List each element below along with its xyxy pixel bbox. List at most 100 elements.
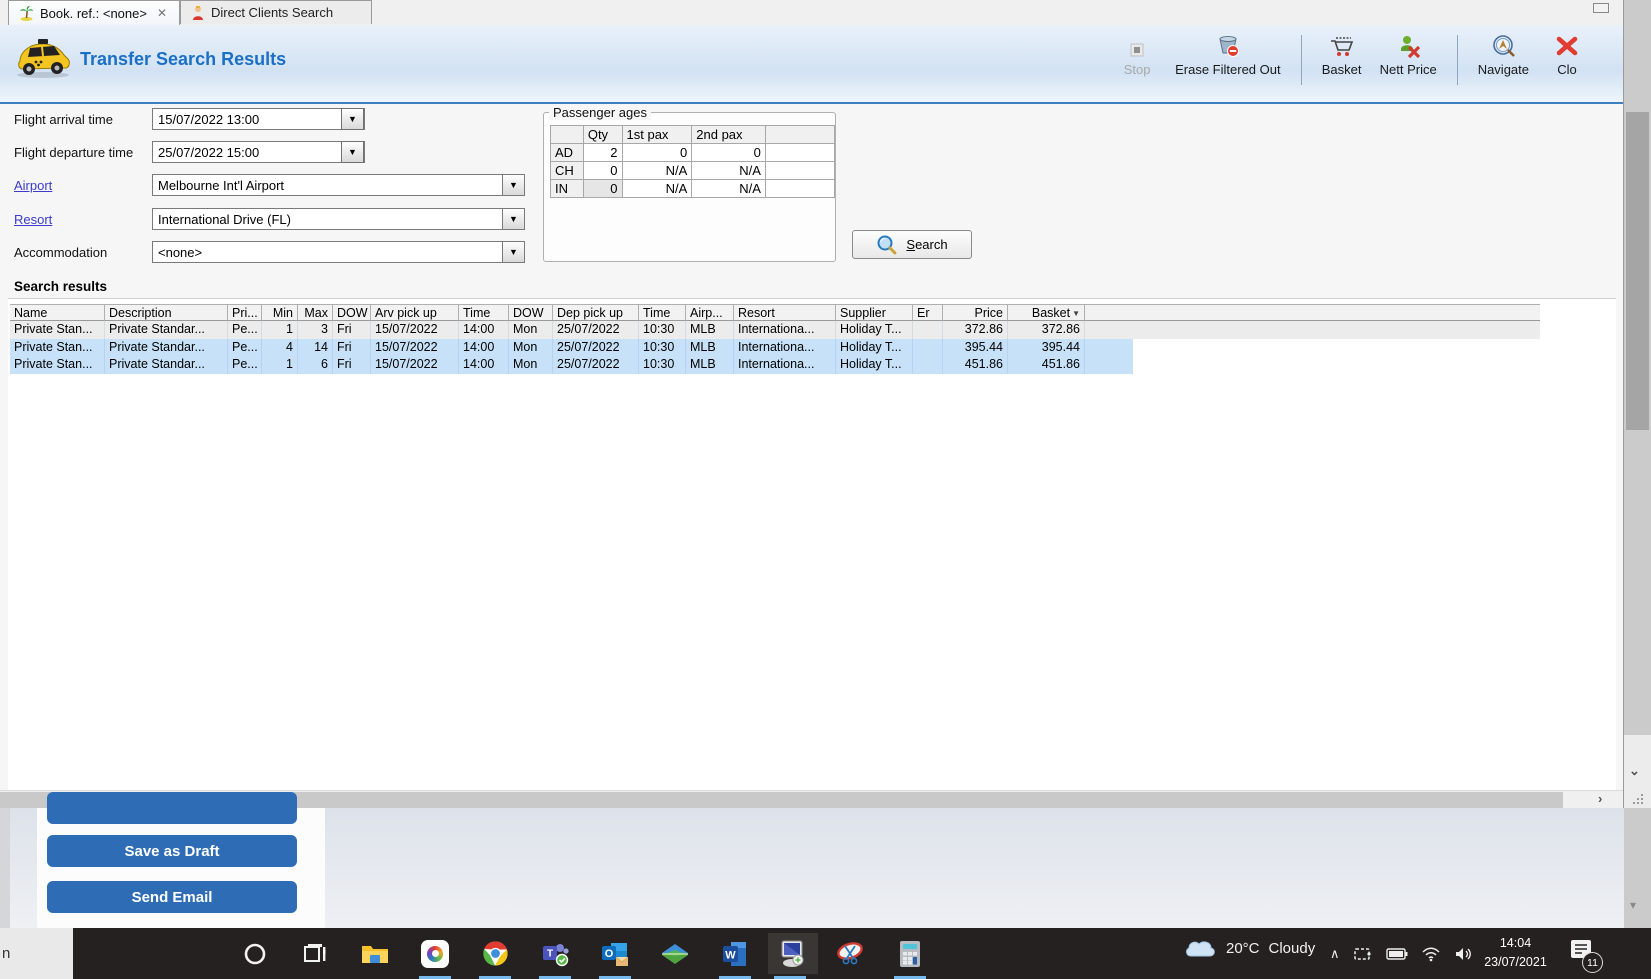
results-cell[interactable]: Pe...: [228, 338, 262, 356]
results-cell[interactable]: 372.86: [943, 321, 1008, 339]
results-row[interactable]: Private Stan... Private Standar... Pe... 1 6…: [10, 356, 1540, 374]
results-column-header[interactable]: Basket ▼: [1008, 304, 1085, 321]
chevron-down-icon[interactable]: ▼: [502, 175, 524, 195]
close-button[interactable]: Clo: [1547, 33, 1587, 77]
results-cell[interactable]: 15/07/2022: [371, 321, 459, 339]
pax-qty-cell[interactable]: 0: [582, 179, 623, 198]
results-column-header[interactable]: DOW: [333, 304, 371, 321]
resort-link[interactable]: Resort: [14, 212, 52, 227]
results-cell[interactable]: 3: [298, 321, 333, 339]
results-cell[interactable]: 25/07/2022: [553, 356, 639, 374]
results-cell[interactable]: Holiday T...: [836, 356, 913, 374]
pax-qty-cell[interactable]: 0: [582, 161, 623, 180]
results-cell[interactable]: 451.86: [1008, 356, 1085, 374]
results-cell[interactable]: 1: [262, 356, 298, 374]
results-cell[interactable]: Fri: [333, 356, 371, 374]
results-cell[interactable]: Private Stan...: [10, 321, 105, 339]
chevron-down-icon[interactable]: ▼: [502, 209, 524, 229]
chevron-down-icon[interactable]: ▼: [502, 242, 524, 262]
results-cell[interactable]: MLB: [686, 321, 734, 339]
results-cell[interactable]: Private Standar...: [105, 321, 228, 339]
tab-close-icon[interactable]: ✕: [157, 6, 167, 20]
scroll-down-arrow-icon[interactable]: ▾: [1630, 898, 1636, 912]
tab-direct-clients-search[interactable]: Direct Clients Search: [180, 0, 372, 24]
results-column-header[interactable]: DOW: [509, 304, 553, 321]
results-cell[interactable]: 372.86: [1008, 321, 1085, 339]
webpage-partial-button[interactable]: [47, 792, 297, 824]
results-cell[interactable]: Fri: [333, 338, 371, 356]
results-cell[interactable]: 6: [298, 356, 333, 374]
nett-price-button[interactable]: Nett Price: [1380, 33, 1437, 77]
results-cell[interactable]: 25/07/2022: [553, 338, 639, 356]
erase-filtered-out-button[interactable]: Erase Filtered Out: [1175, 33, 1281, 77]
results-cell[interactable]: Pe...: [228, 356, 262, 374]
results-cell[interactable]: Holiday T...: [836, 321, 913, 339]
task-view-icon[interactable]: [293, 933, 337, 974]
results-cell[interactable]: 1: [262, 321, 298, 339]
cortana-icon[interactable]: [233, 933, 277, 974]
results-cell[interactable]: Internationa...: [734, 321, 836, 339]
airport-link[interactable]: Airport: [14, 178, 52, 193]
flight-arrival-time-combo[interactable]: 15/07/2022 13:00 ▼: [152, 108, 365, 130]
results-cell[interactable]: Private Standar...: [105, 356, 228, 374]
pax-1st-cell[interactable]: N/A: [621, 179, 693, 198]
weather-widget[interactable]: 20°C Cloudy: [1183, 936, 1315, 960]
pax-2nd-cell[interactable]: N/A: [691, 161, 766, 180]
notification-center-icon[interactable]: 11: [1568, 938, 1603, 973]
taskbar-search-remnant[interactable]: n: [0, 928, 73, 979]
layers-diamond-icon[interactable]: [653, 933, 697, 974]
results-cell[interactable]: 14:00: [459, 356, 509, 374]
pax-1st-cell[interactable]: 0: [621, 143, 693, 162]
results-column-header[interactable]: Description: [105, 304, 228, 321]
pax-2nd-cell[interactable]: 0: [691, 143, 766, 162]
results-cell[interactable]: Mon: [509, 338, 553, 356]
chevron-down-icon[interactable]: ▼: [341, 108, 364, 130]
results-column-header[interactable]: Time: [459, 304, 509, 321]
results-cell[interactable]: Mon: [509, 321, 553, 339]
results-cell[interactable]: Internationa...: [734, 338, 836, 356]
outlook-icon[interactable]: O: [593, 933, 637, 979]
battery-icon[interactable]: [1385, 947, 1408, 961]
results-column-header[interactable]: Resort: [734, 304, 836, 321]
results-cell[interactable]: 25/07/2022: [553, 321, 639, 339]
app-tile-icon[interactable]: [413, 933, 457, 979]
results-cell[interactable]: Internationa...: [734, 356, 836, 374]
results-column-header[interactable]: Dep pick up: [553, 304, 639, 321]
results-cell[interactable]: 14:00: [459, 338, 509, 356]
flight-departure-time-combo[interactable]: 25/07/2022 15:00 ▼: [152, 141, 365, 163]
results-column-header[interactable]: Min: [262, 304, 298, 321]
results-column-header[interactable]: Pri...: [228, 304, 262, 321]
resize-grip[interactable]: [1627, 792, 1647, 806]
results-cell[interactable]: 4: [262, 338, 298, 356]
results-column-header[interactable]: Max: [298, 304, 333, 321]
results-cell[interactable]: 451.86: [943, 356, 1008, 374]
results-cell[interactable]: [913, 356, 943, 374]
results-cell[interactable]: 395.44: [943, 338, 1008, 356]
window-minimize-button[interactable]: [1593, 3, 1609, 13]
send-email-button[interactable]: Send Email: [47, 881, 297, 913]
resort-combo[interactable]: International Drive (FL) ▼: [152, 208, 525, 230]
results-cell[interactable]: 10:30: [639, 356, 686, 374]
chrome-icon[interactable]: [473, 933, 517, 979]
taskbar-clock[interactable]: 14:04 23/07/2021: [1478, 934, 1553, 972]
results-cell[interactable]: 15/07/2022: [371, 356, 459, 374]
results-cell[interactable]: Private Stan...: [10, 338, 105, 356]
vertical-scrollbar-thumb[interactable]: [1626, 112, 1649, 430]
scroll-down-chevron-icon[interactable]: ⌄: [1629, 763, 1640, 779]
results-row[interactable]: Private Stan... Private Standar... Pe... 4 1…: [10, 338, 1540, 356]
results-column-header[interactable]: Supplier: [836, 304, 913, 321]
results-cell[interactable]: Private Standar...: [105, 338, 228, 356]
calculator-icon[interactable]: [888, 933, 932, 979]
results-cell[interactable]: Mon: [509, 356, 553, 374]
results-cell[interactable]: 10:30: [639, 338, 686, 356]
remote-desktop-icon[interactable]: [768, 933, 818, 979]
results-cell[interactable]: [913, 321, 943, 339]
tray-chevron-icon[interactable]: ∧: [1330, 946, 1340, 962]
results-cell[interactable]: MLB: [686, 356, 734, 374]
results-cell[interactable]: Pe...: [228, 321, 262, 339]
basket-button[interactable]: Basket: [1322, 33, 1362, 77]
pax-2nd-cell[interactable]: N/A: [691, 179, 766, 198]
results-cell[interactable]: 14: [298, 338, 333, 356]
wifi-icon[interactable]: [1421, 946, 1441, 962]
results-column-header[interactable]: Airp...: [686, 304, 734, 321]
